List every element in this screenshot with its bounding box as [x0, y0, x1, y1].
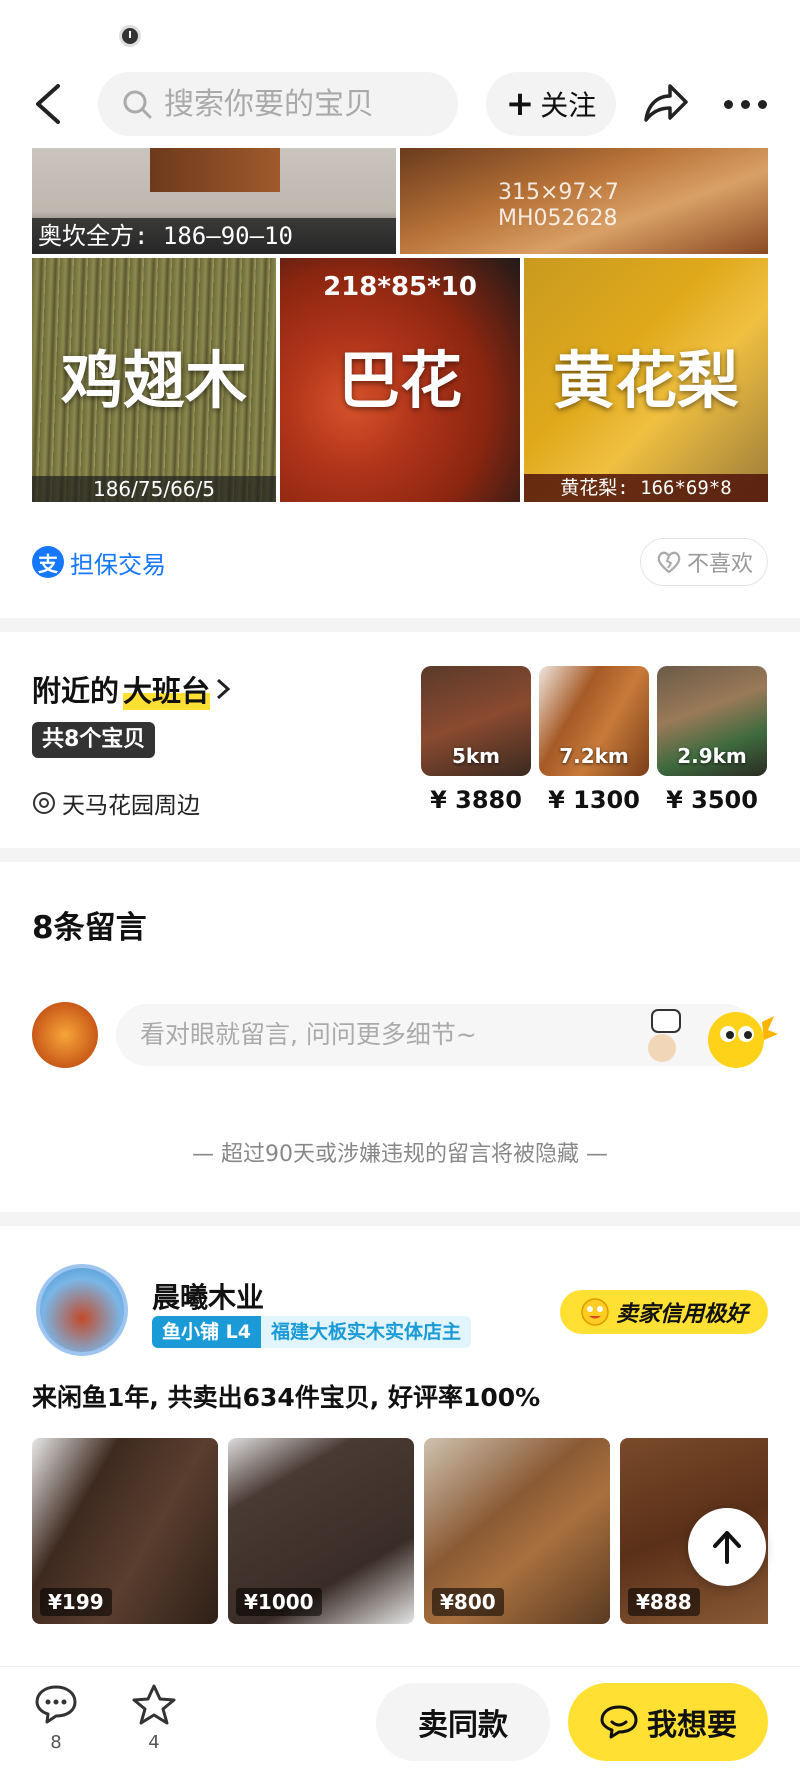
dimension-label: 186/75/66/5 — [32, 476, 276, 502]
dimension-label: 黄花梨: 166*69*8 — [524, 474, 768, 502]
location-pin-icon — [33, 792, 55, 814]
photo-caption: 奥坎全方: 186—90—10 — [32, 218, 396, 254]
listing-price: ¥888 — [628, 1588, 700, 1616]
photo-slab-table: 315×97×7 MH052628 — [400, 148, 768, 254]
favorite-count: 4 — [148, 1732, 160, 1753]
arrow-up-icon — [713, 1531, 741, 1564]
nearby-item-price: ¥ 3500 — [666, 786, 758, 814]
photo-wenge-slab: 鸡翅木 186/75/66/5 — [32, 258, 276, 502]
nearby-item-price: ¥ 3880 — [430, 786, 522, 814]
product-image-collage[interactable]: 奥坎全方: 186—90—10 315×97×7 MH052628 鸡翅木 18… — [32, 148, 768, 502]
photo-bubinga-slab: 218*85*10 巴花 — [280, 258, 520, 502]
shop-level: 鱼小铺 L4 — [152, 1316, 261, 1348]
nearby-item-thumb[interactable]: 7.2km — [539, 666, 649, 776]
top-nav: + 关注 — [0, 68, 800, 140]
comment-icon — [35, 1685, 77, 1724]
dimension-label: 218*85*10 — [323, 272, 477, 302]
star-icon — [132, 1684, 176, 1725]
nearby-item-thumb[interactable]: 5km — [421, 666, 531, 776]
nearby-item-thumb[interactable]: 2.9km — [657, 666, 767, 776]
distance-label: 5km — [451, 744, 501, 768]
scroll-to-top-button[interactable] — [688, 1508, 766, 1586]
comment-count: 8 — [50, 1732, 62, 1753]
photo-caption: 315×97×7 MH052628 — [498, 180, 619, 231]
section-divider — [0, 1212, 800, 1226]
plus-icon: + — [505, 84, 535, 124]
more-options-icon[interactable] — [724, 94, 772, 114]
avatar[interactable] — [32, 1002, 98, 1068]
alipay-icon: 支 — [32, 546, 64, 578]
photo-okan-slab: 奥坎全方: 186—90—10 — [32, 148, 396, 254]
mascot-sticker-icon — [648, 1009, 778, 1068]
broken-heart-icon — [657, 551, 681, 574]
wood-type-label: 鸡翅木 — [60, 344, 247, 417]
follow-label: 关注 — [540, 89, 597, 122]
seller-listing[interactable]: ¥1000 — [228, 1438, 414, 1624]
section-divider — [0, 618, 800, 632]
search-icon — [123, 90, 152, 119]
status-indicator-icon — [119, 25, 141, 47]
smiley-icon — [581, 1298, 609, 1326]
search-input[interactable] — [164, 86, 434, 122]
item-count-badge: 共8个宝贝 — [32, 722, 156, 758]
bottom-action-bar: 8 4 卖同款 我想要 — [0, 1666, 800, 1778]
photo-rosewood-slab: 黄花梨 黄花梨: 166*69*8 — [524, 258, 768, 502]
hidden-comments-note: — 超过90天或涉嫌违规的留言将被隐藏 — — [192, 1142, 608, 1167]
listing-price: ¥199 — [40, 1588, 112, 1616]
follow-button[interactable]: + 关注 — [486, 72, 616, 136]
distance-label: 7.2km — [559, 744, 629, 768]
shop-level-tag: 鱼小铺 L4 福建大板实木实体店主 — [152, 1316, 471, 1348]
location-label: 天马花园周边 — [32, 786, 200, 820]
distance-label: 2.9km — [677, 744, 747, 768]
seller-avatar[interactable] — [36, 1264, 128, 1356]
seller-listing[interactable]: ¥199 — [32, 1438, 218, 1624]
nearby-item-price: ¥ 1300 — [548, 786, 640, 814]
seller-name[interactable]: 晨曦木业 — [152, 1276, 264, 1316]
section-divider — [0, 848, 800, 862]
comments-title: 8条留言 — [32, 910, 147, 946]
seller-credit-badge: 卖家信用极好 — [560, 1290, 768, 1334]
favorite-button[interactable]: 4 — [124, 1683, 184, 1753]
listing-price: ¥1000 — [236, 1588, 322, 1616]
comment-button[interactable]: 8 — [26, 1683, 86, 1753]
share-icon[interactable] — [640, 80, 690, 128]
back-arrow-icon[interactable] — [30, 80, 70, 128]
wood-type-label: 黄花梨 — [552, 344, 739, 417]
guarantee-trade[interactable]: 支 担保交易 — [32, 544, 166, 580]
chat-icon — [600, 1705, 638, 1739]
listing-price: ¥800 — [432, 1588, 504, 1616]
seller-listing[interactable]: ¥800 — [424, 1438, 610, 1624]
chevron-right-icon — [217, 678, 231, 700]
want-button[interactable]: 我想要 — [568, 1683, 768, 1761]
shop-description: 福建大板实木实体店主 — [260, 1316, 471, 1348]
want-label: 我想要 — [647, 1708, 737, 1743]
dislike-button[interactable]: 不喜欢 — [640, 538, 768, 586]
wood-type-label: 巴花 — [337, 344, 462, 417]
sell-same-button[interactable]: 卖同款 — [376, 1683, 550, 1761]
search-bar[interactable] — [98, 72, 458, 136]
seller-stats: 来闲鱼1年, 共卖出634件宝贝, 好评率100% — [32, 1383, 541, 1412]
guarantee-label: 担保交易 — [70, 550, 166, 579]
nearby-section-title[interactable]: 附近的 大班台 — [32, 668, 232, 710]
dislike-label: 不喜欢 — [686, 552, 753, 577]
